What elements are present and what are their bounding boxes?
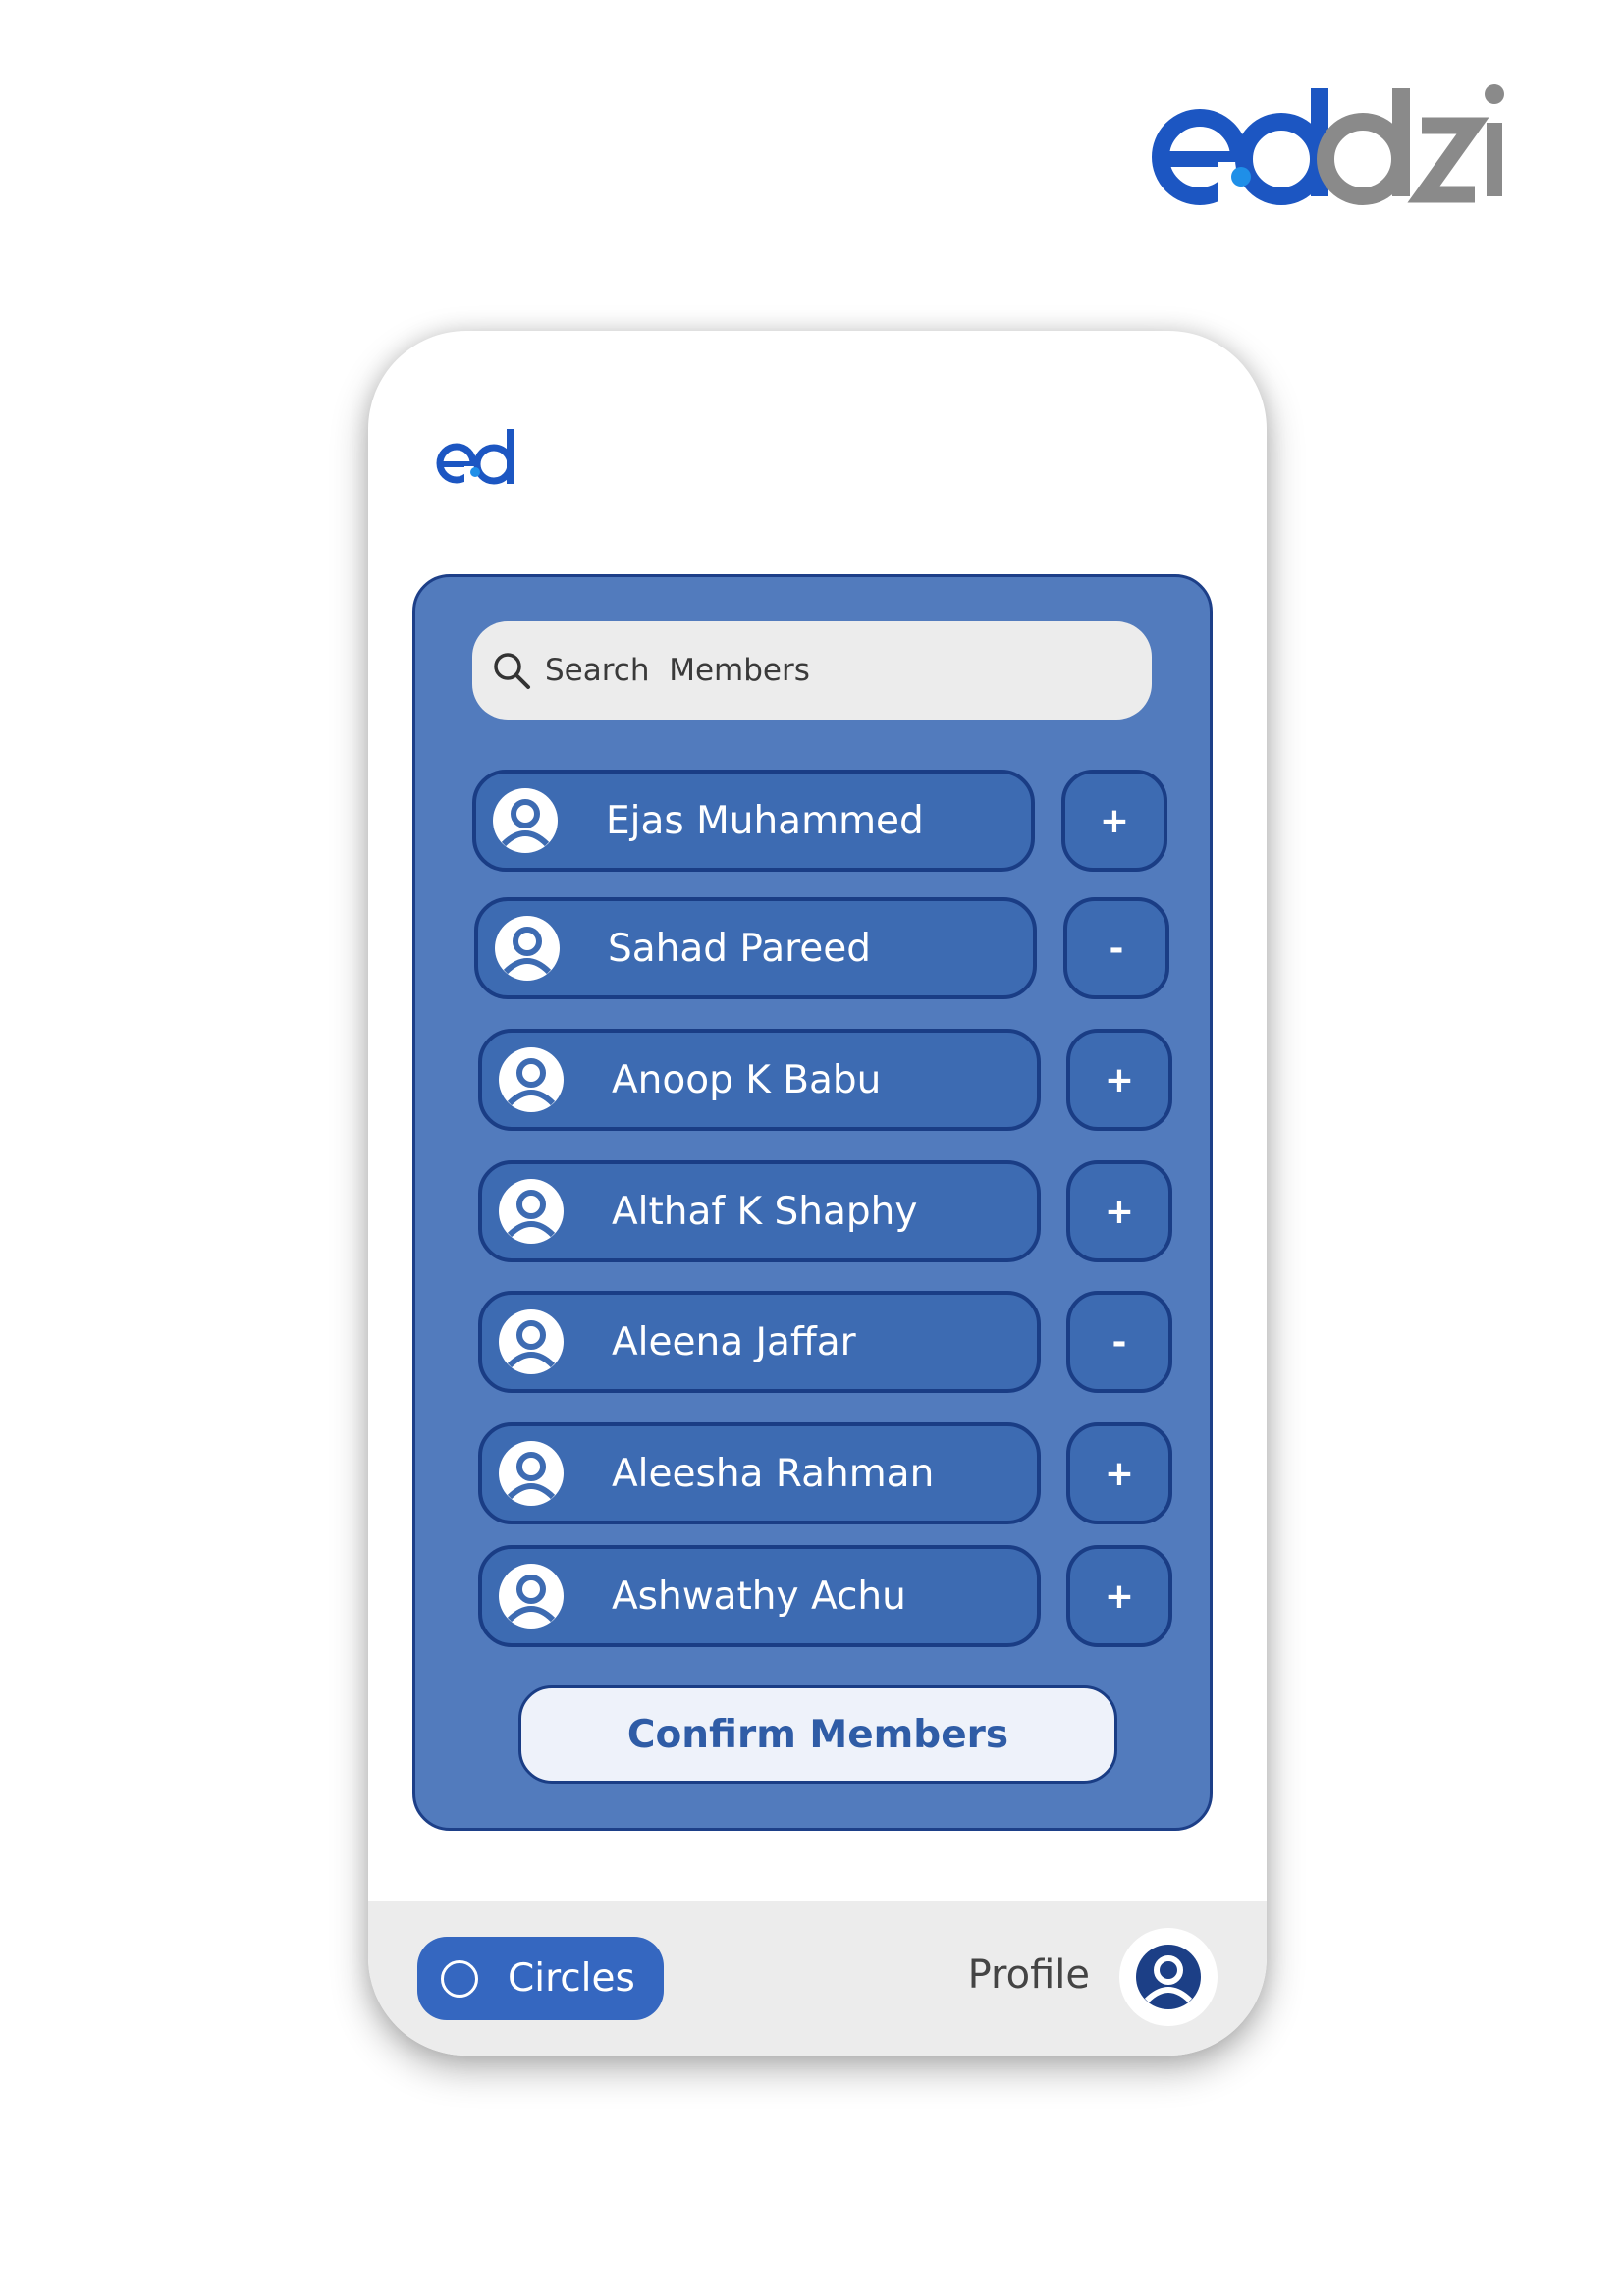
add-member-button[interactable]: +	[1066, 1422, 1172, 1524]
add-member-button[interactable]: +	[1066, 1545, 1172, 1647]
user-icon	[495, 916, 560, 981]
member-pill[interactable]: Aleena Jaffar	[478, 1291, 1041, 1393]
phone-screen: Ejas Muhammed + Sahad Pareed -	[368, 331, 1267, 2056]
member-row: Aleesha Rahman +	[415, 1422, 1210, 1524]
user-icon	[493, 788, 558, 853]
member-row: Ashwathy Achu +	[415, 1545, 1210, 1647]
user-icon	[499, 1441, 564, 1506]
add-member-button[interactable]: +	[1061, 770, 1167, 872]
profile-avatar-button[interactable]	[1119, 1928, 1218, 2026]
member-row: Althaf K Shaphy +	[415, 1160, 1210, 1262]
brand-logo-mark	[1152, 84, 1504, 205]
add-member-button[interactable]: +	[1066, 1160, 1172, 1262]
circle-icon	[441, 1959, 478, 1998]
remove-member-button[interactable]: -	[1066, 1291, 1172, 1393]
member-pill[interactable]: Ejas Muhammed	[472, 770, 1035, 872]
page: Ejas Muhammed + Sahad Pareed -	[0, 0, 1624, 2296]
member-name: Ejas Muhammed	[606, 798, 924, 843]
member-pill[interactable]: Sahad Pareed	[474, 897, 1037, 999]
member-name: Anoop K Babu	[612, 1057, 882, 1102]
member-row: Ejas Muhammed +	[415, 770, 1210, 872]
member-row: Aleena Jaffar -	[415, 1291, 1210, 1393]
member-name: Althaf K Shaphy	[612, 1189, 918, 1234]
user-icon	[1136, 1945, 1201, 2009]
confirm-members-button[interactable]: Confirm Members	[518, 1685, 1117, 1784]
circles-label: Circles	[508, 1956, 635, 2001]
circles-tab[interactable]: Circles	[417, 1937, 664, 2020]
member-panel: Ejas Muhammed + Sahad Pareed -	[412, 574, 1213, 1831]
bottom-nav: Circles Profile	[368, 1901, 1267, 2056]
member-list: Ejas Muhammed + Sahad Pareed - Anoop K B…	[415, 577, 1210, 1828]
member-name: Sahad Pareed	[608, 926, 872, 971]
user-icon	[499, 1179, 564, 1244]
remove-member-button[interactable]: -	[1063, 897, 1169, 999]
member-name: Aleena Jaffar	[612, 1319, 856, 1364]
member-name: Ashwathy Achu	[612, 1574, 906, 1619]
member-row: Sahad Pareed -	[415, 897, 1210, 999]
user-icon	[499, 1309, 564, 1374]
profile-label[interactable]: Profile	[968, 1952, 1090, 1998]
member-pill[interactable]: Aleesha Rahman	[478, 1422, 1041, 1524]
member-name: Aleesha Rahman	[612, 1451, 935, 1496]
member-pill[interactable]: Anoop K Babu	[478, 1029, 1041, 1131]
member-pill[interactable]: Ashwathy Achu	[478, 1545, 1041, 1647]
member-row: Anoop K Babu +	[415, 1029, 1210, 1131]
add-member-button[interactable]: +	[1066, 1029, 1172, 1131]
member-pill[interactable]: Althaf K Shaphy	[478, 1160, 1041, 1262]
user-icon	[499, 1047, 564, 1112]
brand-logo	[1139, 69, 1512, 226]
app-logo	[435, 421, 533, 490]
user-icon	[499, 1564, 564, 1629]
